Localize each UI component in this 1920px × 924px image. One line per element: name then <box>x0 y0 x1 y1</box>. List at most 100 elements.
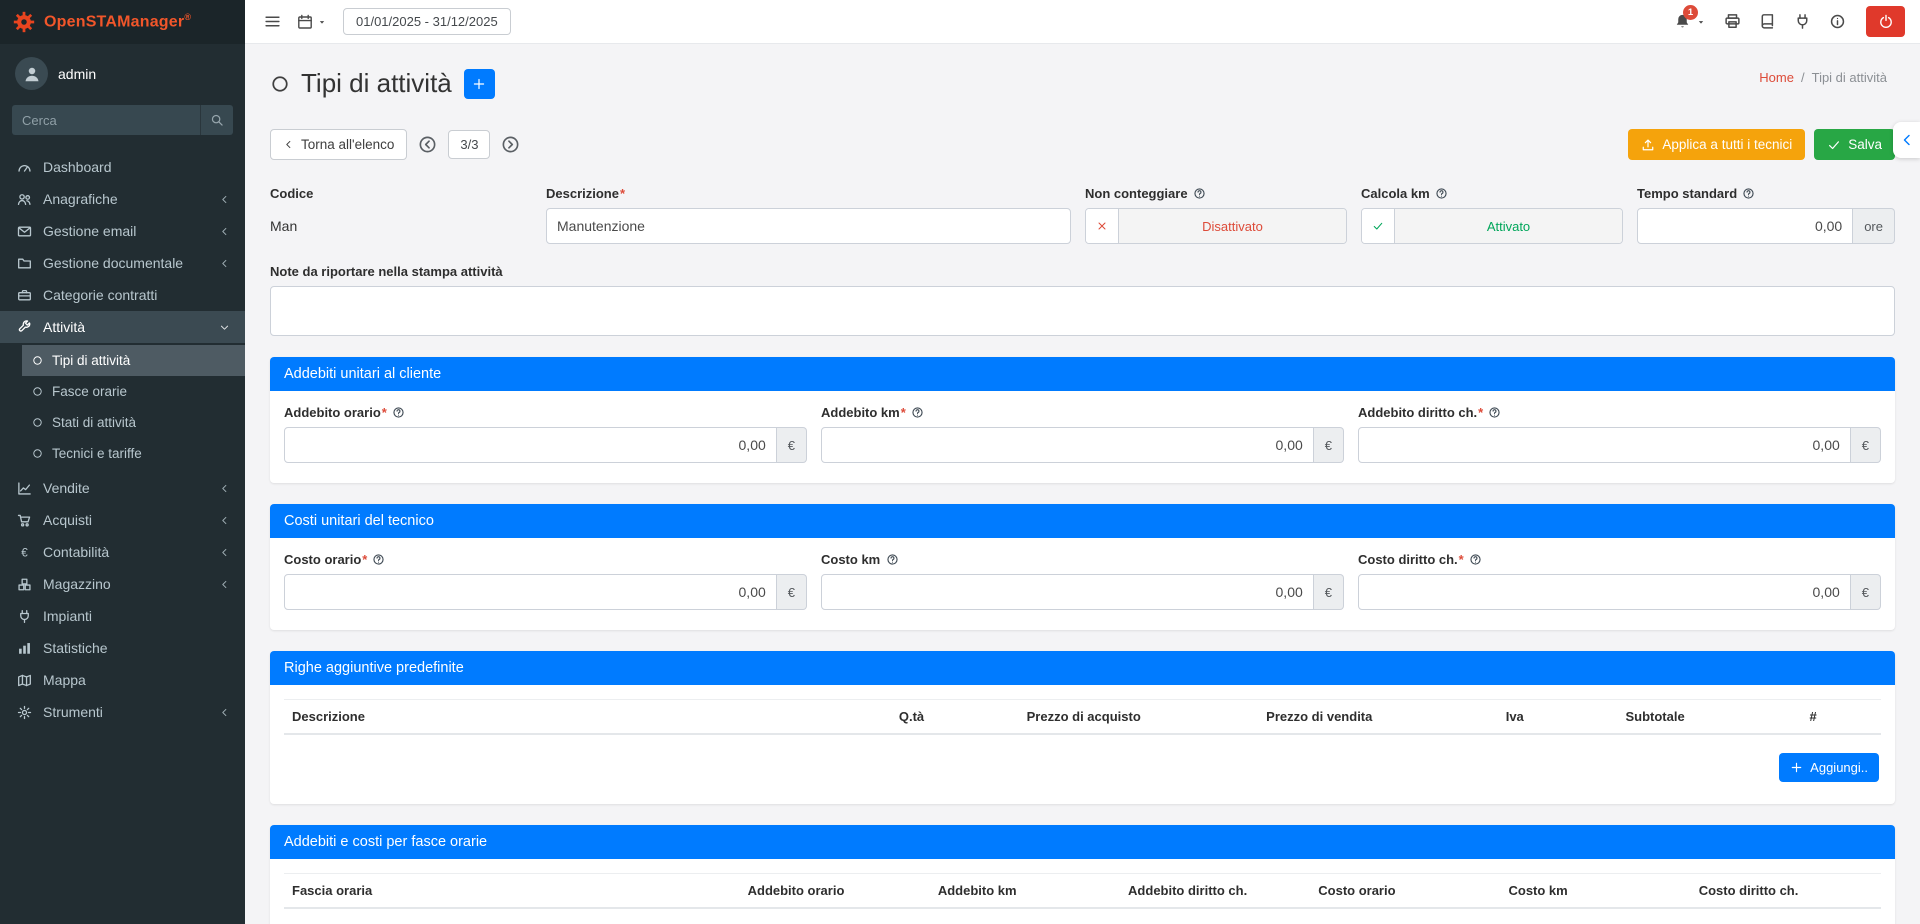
field-codice: Codice Man <box>270 186 532 244</box>
help-icon[interactable] <box>886 553 899 566</box>
chevron-left-icon <box>219 258 230 269</box>
manual-button[interactable] <box>1759 13 1776 30</box>
calendar-icon <box>297 14 313 30</box>
hamburger-icon[interactable] <box>264 13 281 30</box>
back-to-list-button[interactable]: Torna all'elenco <box>270 129 407 160</box>
date-range[interactable]: 01/01/2025 - 31/12/2025 <box>343 8 511 35</box>
breadcrumb-current: Tipi di attività <box>1812 70 1887 85</box>
addebito-orario-input[interactable] <box>284 427 777 463</box>
logout-button[interactable] <box>1866 6 1905 37</box>
sidebar-subitem-tipi-di-attivita[interactable]: Tipi di attività <box>22 345 245 376</box>
save-button[interactable]: Salva <box>1814 129 1895 160</box>
search-input[interactable] <box>12 105 200 135</box>
sidebar-item-anagrafiche[interactable]: Anagrafiche <box>0 183 245 215</box>
euro-addon: € <box>1314 574 1344 610</box>
note-label: Note da riportare nella stampa attività <box>270 264 503 279</box>
addebito-km-input[interactable] <box>821 427 1314 463</box>
sidebar-item-contabilita[interactable]: €Contabilità <box>0 536 245 568</box>
sidebar-item-vendite[interactable]: Vendite <box>0 472 245 504</box>
info-button[interactable] <box>1829 13 1846 30</box>
x-icon <box>1096 220 1108 232</box>
help-icon[interactable] <box>392 406 405 419</box>
brand[interactable]: OpenSTAManager® <box>0 0 245 44</box>
help-icon[interactable] <box>1488 406 1501 419</box>
top-navbar: 01/01/2025 - 31/12/2025 1 <box>245 0 1920 44</box>
toolbar-actions: Applica a tutti i tecnici Salva <box>1628 129 1895 160</box>
descrizione-input[interactable] <box>546 208 1071 244</box>
help-icon[interactable] <box>372 553 385 566</box>
sidebar-subitem-fasce-orarie[interactable]: Fasce orarie <box>22 376 245 407</box>
print-button[interactable] <box>1724 13 1741 30</box>
costo-diritto-input[interactable] <box>1358 574 1851 610</box>
circle-icon <box>32 386 43 397</box>
help-icon[interactable] <box>1193 187 1206 200</box>
sidebar-item-acquisti[interactable]: Acquisti <box>0 504 245 536</box>
email-icon <box>15 224 33 239</box>
page-title: Tipi di attività <box>301 68 452 99</box>
main-form: Codice Man Descrizione* Non conteggiare … <box>270 186 1895 244</box>
euro-icon: € <box>15 545 33 560</box>
column-header-addebito-orario: Addebito orario <box>740 874 930 909</box>
column-header-subtotale: Subtotale <box>1617 700 1745 735</box>
notifications-button[interactable]: 1 <box>1674 13 1706 30</box>
field-tempo-standard: Tempo standard ore <box>1637 186 1895 244</box>
plug-icon <box>15 609 33 624</box>
briefcase-icon <box>15 288 33 303</box>
sidebar-item-label: Magazzino <box>43 576 111 592</box>
app-window: OpenSTAManager® admin DashboardAnagrafic… <box>0 0 1920 924</box>
tempo-standard-unit: ore <box>1853 208 1895 244</box>
column-header-costo-orario: Costo orario <box>1310 874 1500 909</box>
add-record-button[interactable] <box>464 69 495 99</box>
non-conteggiare-toggle[interactable]: Disattivato <box>1085 208 1347 244</box>
calcola-km-toggle[interactable]: Attivato <box>1361 208 1623 244</box>
sidebar-item-dashboard[interactable]: Dashboard <box>0 151 245 183</box>
sidebar-item-categorie-contratti[interactable]: Categorie contratti <box>0 279 245 311</box>
sidebar-item-attivita[interactable]: Attività <box>0 311 245 343</box>
costo-km-input[interactable] <box>821 574 1314 610</box>
sidebar-item-mappa[interactable]: Mappa <box>0 664 245 696</box>
field-non-conteggiare: Non conteggiare Disattivato <box>1085 186 1347 244</box>
apply-all-technicians-button[interactable]: Applica a tutti i tecnici <box>1628 129 1805 160</box>
chevron-down-icon <box>219 322 230 333</box>
title-row: Tipi di attività Home / Tipi di attività <box>270 68 1895 99</box>
sidebar-subitem-tecnici-e-tariffe[interactable]: Tecnici e tariffe <box>22 438 245 469</box>
add-row-button[interactable]: Aggiungi.. <box>1779 753 1879 782</box>
euro-addon: € <box>1851 574 1881 610</box>
descrizione-label: Descrizione <box>546 186 619 201</box>
addebito-diritto-input[interactable] <box>1358 427 1851 463</box>
user-avatar-icon <box>15 57 48 90</box>
sidebar-subitem-stati-di-attivita[interactable]: Stati di attività <box>22 407 245 438</box>
help-icon[interactable] <box>1435 187 1448 200</box>
help-icon[interactable] <box>1469 553 1482 566</box>
search-button[interactable] <box>200 105 233 135</box>
next-record-button[interactable] <box>501 135 520 154</box>
plus-icon <box>1790 761 1803 774</box>
euro-addon: € <box>777 574 807 610</box>
notification-badge: 1 <box>1683 5 1698 20</box>
costo-orario-input[interactable] <box>284 574 777 610</box>
chevron-left-icon <box>219 226 230 237</box>
sidebar-item-impianti[interactable]: Impianti <box>0 600 245 632</box>
sidebar-item-gestione-email[interactable]: Gestione email <box>0 215 245 247</box>
plugin-button[interactable] <box>1794 13 1811 30</box>
record-pager: 3/3 <box>448 130 490 159</box>
date-picker-button[interactable] <box>297 14 327 30</box>
sidebar-menu: DashboardAnagraficheGestione emailGestio… <box>0 151 245 728</box>
breadcrumb-home[interactable]: Home <box>1759 70 1794 85</box>
sidebar-item-strumenti[interactable]: Strumenti <box>0 696 245 728</box>
previous-record-button[interactable] <box>418 135 437 154</box>
wrench-icon <box>15 320 33 335</box>
side-panel-toggle[interactable] <box>1893 122 1920 158</box>
column-header-actions: # <box>1745 700 1881 735</box>
field-addebito-km: Addebito km* € <box>821 405 1344 463</box>
tempo-standard-input[interactable] <box>1637 208 1853 244</box>
chevron-left-icon <box>1899 132 1915 148</box>
help-icon[interactable] <box>1742 187 1755 200</box>
save-label: Salva <box>1848 137 1882 152</box>
note-textarea[interactable] <box>270 286 1895 336</box>
sidebar-item-gestione-documentale[interactable]: Gestione documentale <box>0 247 245 279</box>
help-icon[interactable] <box>911 406 924 419</box>
sidebar-item-magazzino[interactable]: Magazzino <box>0 568 245 600</box>
sidebar-item-label: Statistiche <box>43 640 108 656</box>
sidebar-item-statistiche[interactable]: Statistiche <box>0 632 245 664</box>
